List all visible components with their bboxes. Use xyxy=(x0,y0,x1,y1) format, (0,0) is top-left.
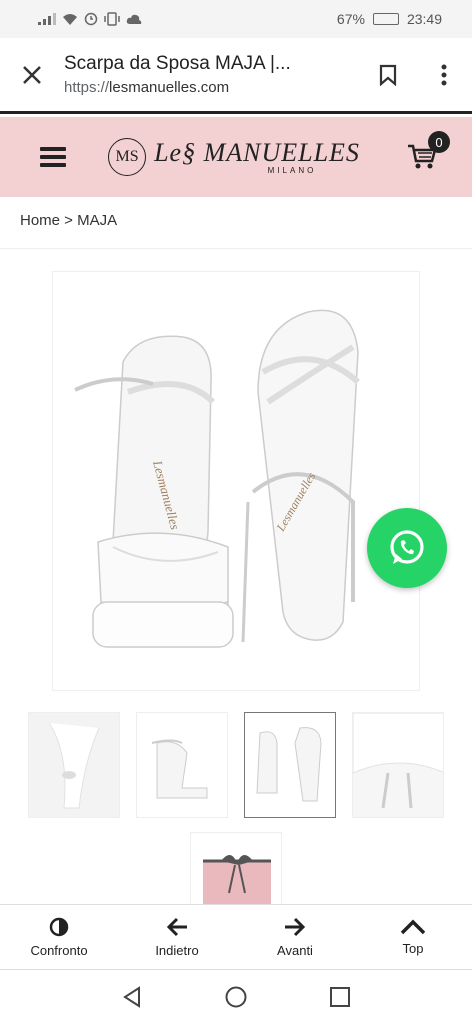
arrow-right-icon xyxy=(285,917,306,936)
back-triangle-icon[interactable] xyxy=(121,986,143,1008)
top-label: Top xyxy=(402,940,424,956)
recents-square-icon[interactable] xyxy=(329,986,351,1008)
home-circle-icon[interactable] xyxy=(224,985,248,1009)
url-block[interactable]: Scarpa da Sposa MAJA |... https://lesman… xyxy=(64,53,360,96)
status-bar: 67% 23:49 xyxy=(0,0,472,38)
breadcrumb[interactable]: Home > MAJA xyxy=(20,212,117,229)
thumbnail-gift-box[interactable] xyxy=(190,832,282,906)
status-icons-left xyxy=(38,12,142,26)
cart-count-badge: 0 xyxy=(428,131,450,153)
thumbnail-strip xyxy=(28,712,448,818)
bottom-navigation: Confronto Indietro Avanti Top xyxy=(0,904,472,970)
top-button[interactable]: Top xyxy=(354,905,472,969)
back-button[interactable]: Indietro xyxy=(118,905,236,969)
back-label: Indietro xyxy=(155,942,199,958)
thumbnail-4[interactable] xyxy=(352,712,444,818)
cloud-icon xyxy=(126,14,142,24)
contrast-icon xyxy=(49,917,69,936)
status-icons-right: 67% 23:49 xyxy=(337,11,442,27)
divider xyxy=(0,248,472,249)
thumbnail-3-selected[interactable] xyxy=(244,712,336,818)
clock: 23:49 xyxy=(406,11,442,27)
wifi-icon xyxy=(63,14,77,25)
whatsapp-button[interactable] xyxy=(367,508,447,588)
site-logo[interactable]: MS Le§ MANUELLES MILANO xyxy=(108,138,360,176)
thumbnail-pair-shoe-image xyxy=(245,713,335,817)
thumbnail-bride-legs-image xyxy=(29,713,119,817)
url-scheme: https:// xyxy=(64,79,110,96)
compare-button[interactable]: Confronto xyxy=(0,905,118,969)
thumbnail-side-shoe-image xyxy=(137,713,227,817)
forward-label: Avanti xyxy=(277,942,313,958)
thumbnail-1[interactable] xyxy=(28,712,120,818)
browser-toolbar: Scarpa da Sposa MAJA |... https://lesman… xyxy=(0,38,472,114)
battery-percent: 67% xyxy=(336,11,365,27)
signal-icon xyxy=(38,13,56,25)
page-title: Scarpa da Sposa MAJA |... xyxy=(64,53,291,74)
forward-button[interactable]: Avanti xyxy=(236,905,354,969)
logo-name: Le§ MANUELLES xyxy=(154,137,360,167)
close-icon xyxy=(23,65,41,84)
logo-monogram: MS xyxy=(108,138,147,176)
logo-city: MILANO xyxy=(267,165,317,175)
cart-button[interactable]: 0 xyxy=(402,131,450,177)
compare-label: Confronto xyxy=(30,942,88,958)
product-main-image[interactable]: Lesmanuelles Lesmanuelles xyxy=(52,271,420,691)
bookmark-button[interactable] xyxy=(360,37,416,113)
chevron-up-icon xyxy=(400,919,426,934)
alarm-icon xyxy=(84,12,98,26)
thumbnail-2[interactable] xyxy=(136,712,228,818)
hamburger-menu-icon[interactable] xyxy=(40,147,66,167)
overflow-menu-button[interactable] xyxy=(416,37,472,113)
android-navigation-bar xyxy=(0,970,472,1024)
thumbnail-bride-dress-image xyxy=(353,713,443,817)
site-header: MS Le§ MANUELLES MILANO 0 xyxy=(0,117,472,197)
vibrate-icon xyxy=(104,12,120,26)
page-url: https://lesmanuelles.com xyxy=(64,79,360,96)
logo-text: Le§ MANUELLES MILANO xyxy=(154,137,360,175)
arrow-left-icon xyxy=(166,917,187,936)
shoe-pair-illustration: Lesmanuelles Lesmanuelles xyxy=(74,309,360,648)
bookmark-icon xyxy=(379,64,397,86)
battery-icon xyxy=(372,13,399,25)
more-vert-icon xyxy=(441,64,447,85)
close-tab-button[interactable] xyxy=(0,37,64,113)
whatsapp-icon xyxy=(390,530,424,564)
gift-box-image xyxy=(191,833,281,905)
url-host: lesmanuelles.com xyxy=(109,79,230,96)
